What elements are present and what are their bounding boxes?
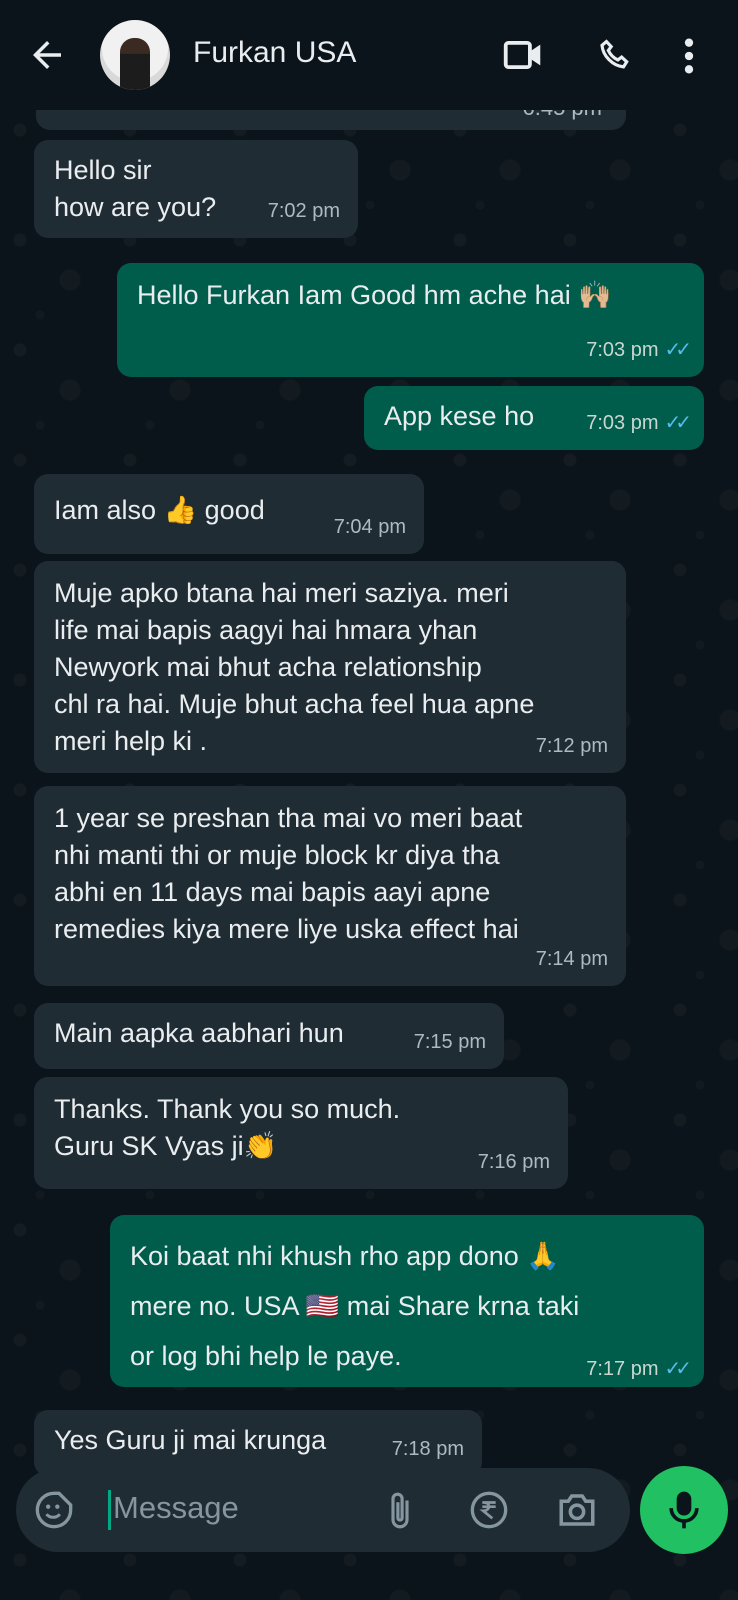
mic-button[interactable] [640, 1466, 728, 1554]
read-receipt-icon: ✓✓ [664, 339, 691, 361]
message-bubble[interactable]: Thanks. Thank you so much. Guru SK Vyas … [34, 1077, 568, 1189]
sticker-icon[interactable] [34, 1490, 74, 1530]
avatar[interactable] [100, 20, 170, 90]
message-time: 7:17 pm [586, 1358, 659, 1380]
message-time: 7:18 pm [391, 1438, 464, 1460]
read-receipt-icon: ✓✓ [664, 1358, 691, 1380]
message-bubble[interactable]: Hello Furkan Iam Good hm ache hai 🙌🏼 7:0… [117, 263, 704, 377]
message-time: 7:15 pm [413, 1031, 486, 1053]
message-bubble[interactable]: Muje apko btana hai meri saziya. meri li… [34, 561, 626, 773]
message-bubble[interactable]: Hello sir how are you? 7:02 pm [34, 140, 358, 238]
message-time: 7:02 pm [267, 200, 340, 222]
back-arrow-icon[interactable] [26, 34, 68, 76]
contact-name[interactable]: Furkan USA [193, 36, 356, 70]
message-bubble[interactable]: Yes Guru ji mai krunga 7:18 pm [34, 1410, 482, 1476]
read-receipt-icon: ✓✓ [664, 412, 691, 434]
message-input-bar[interactable]: Message [16, 1468, 630, 1552]
message-text: 1 year se preshan tha mai vo meri baat n… [54, 803, 523, 944]
voice-call-icon[interactable] [596, 36, 634, 74]
message-time: 7:16 pm [477, 1151, 550, 1173]
text-caret [108, 1490, 111, 1530]
message-input[interactable]: Message [113, 1490, 239, 1526]
camera-icon[interactable] [556, 1490, 598, 1530]
message-bubble[interactable]: App kese ho 7:03 pm ✓✓ [364, 386, 704, 450]
message-time: 7:03 pm [586, 412, 659, 434]
video-call-icon[interactable] [502, 36, 544, 74]
attach-icon[interactable] [384, 1490, 416, 1532]
message-bubble[interactable]: Main aapka aabhari hun 7:15 pm [34, 1003, 504, 1069]
message-text: Hello Furkan Iam Good hm ache hai 🙌🏼 [137, 280, 612, 310]
message-text: Thanks. Thank you so much. Guru SK Vyas … [54, 1094, 401, 1161]
message-time: 7:12 pm [535, 735, 608, 757]
chat-header: Furkan USA [0, 0, 738, 110]
message-time: 7:04 pm [333, 516, 406, 538]
message-bubble[interactable]: Iam also 👍 good 7:04 pm [34, 474, 424, 554]
message-bubble[interactable]: 1 year se preshan tha mai vo meri baat n… [34, 786, 626, 986]
message-bubble[interactable]: Koi baat nhi khush rho app dono 🙏 mere n… [110, 1215, 704, 1387]
payment-rupee-icon[interactable] [469, 1490, 509, 1530]
message-time: 7:03 pm [586, 339, 659, 361]
message-time: 7:14 pm [535, 948, 608, 970]
more-vert-icon[interactable] [682, 36, 696, 76]
message-text: Muje apko btana hai meri saziya. meri li… [54, 578, 535, 756]
mic-icon [669, 1491, 699, 1529]
